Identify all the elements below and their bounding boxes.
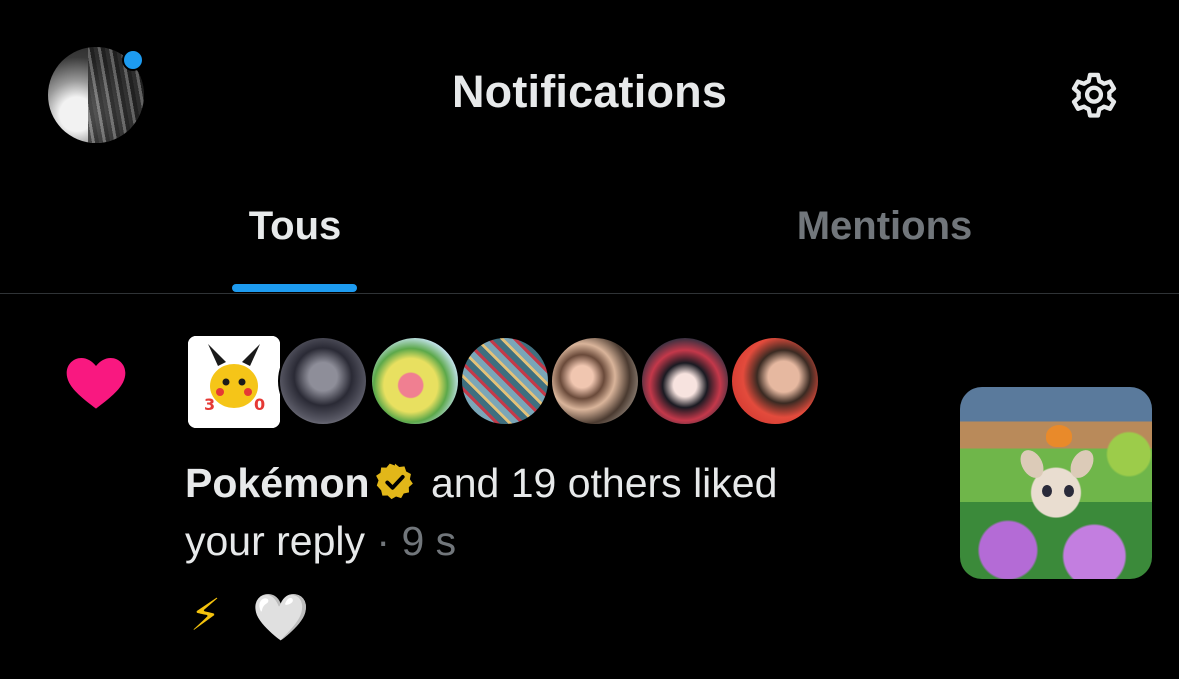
post-thumbnail[interactable]	[960, 387, 1152, 579]
user-avatar-7[interactable]	[730, 336, 820, 426]
notification-action-text-2: your reply	[185, 518, 366, 564]
account-name[interactable]: Pokémon	[185, 460, 370, 506]
user-avatar-5[interactable]	[550, 336, 640, 426]
user-avatar-3[interactable]	[370, 336, 460, 426]
thumbnail-detail	[1064, 485, 1074, 497]
notifications-screen: Notifications Tous Mentions 3 0 Pokémon …	[0, 0, 1179, 679]
settings-button[interactable]	[1060, 64, 1128, 128]
active-tab-indicator	[232, 284, 357, 292]
svg-text:0: 0	[254, 395, 265, 414]
tab-all[interactable]: Tous	[0, 204, 590, 249]
separator-dot: ·	[365, 518, 402, 564]
verified-badge-icon	[375, 463, 413, 500]
thumbnail-detail	[1046, 425, 1072, 447]
user-avatar-2[interactable]	[278, 336, 368, 426]
thumbnail-detail	[1042, 485, 1052, 497]
tab-mentions[interactable]: Mentions	[590, 204, 1179, 249]
pokemon-30-logo: 3 0	[188, 336, 280, 428]
liker-avatars: 3 0	[188, 334, 828, 428]
heart-icon	[66, 358, 126, 409]
user-avatar-4[interactable]	[460, 336, 550, 426]
timestamp: 9 s	[401, 518, 457, 564]
notification-action-text: and 19 others liked	[419, 460, 778, 506]
thumbnail-detail	[1065, 446, 1099, 482]
user-avatar-6[interactable]	[640, 336, 730, 426]
notification-item[interactable]: 3 0 Pokémon and 19 others liked your rep…	[0, 294, 1179, 679]
header: Notifications	[0, 0, 1179, 190]
page-title: Notifications	[451, 66, 728, 117]
svg-text:3: 3	[204, 395, 215, 414]
notification-text: Pokémon and 19 others liked your reply ·…	[185, 454, 885, 570]
thumbnail-detail	[1015, 446, 1049, 482]
gear-icon	[1071, 72, 1117, 118]
lightning-emoji: ⚡	[190, 590, 221, 641]
pokemon-avatar[interactable]: 3 0	[188, 336, 280, 428]
white-heart-emoji: 🤍	[252, 590, 310, 644]
tab-bar: Tous Mentions	[0, 190, 1179, 294]
